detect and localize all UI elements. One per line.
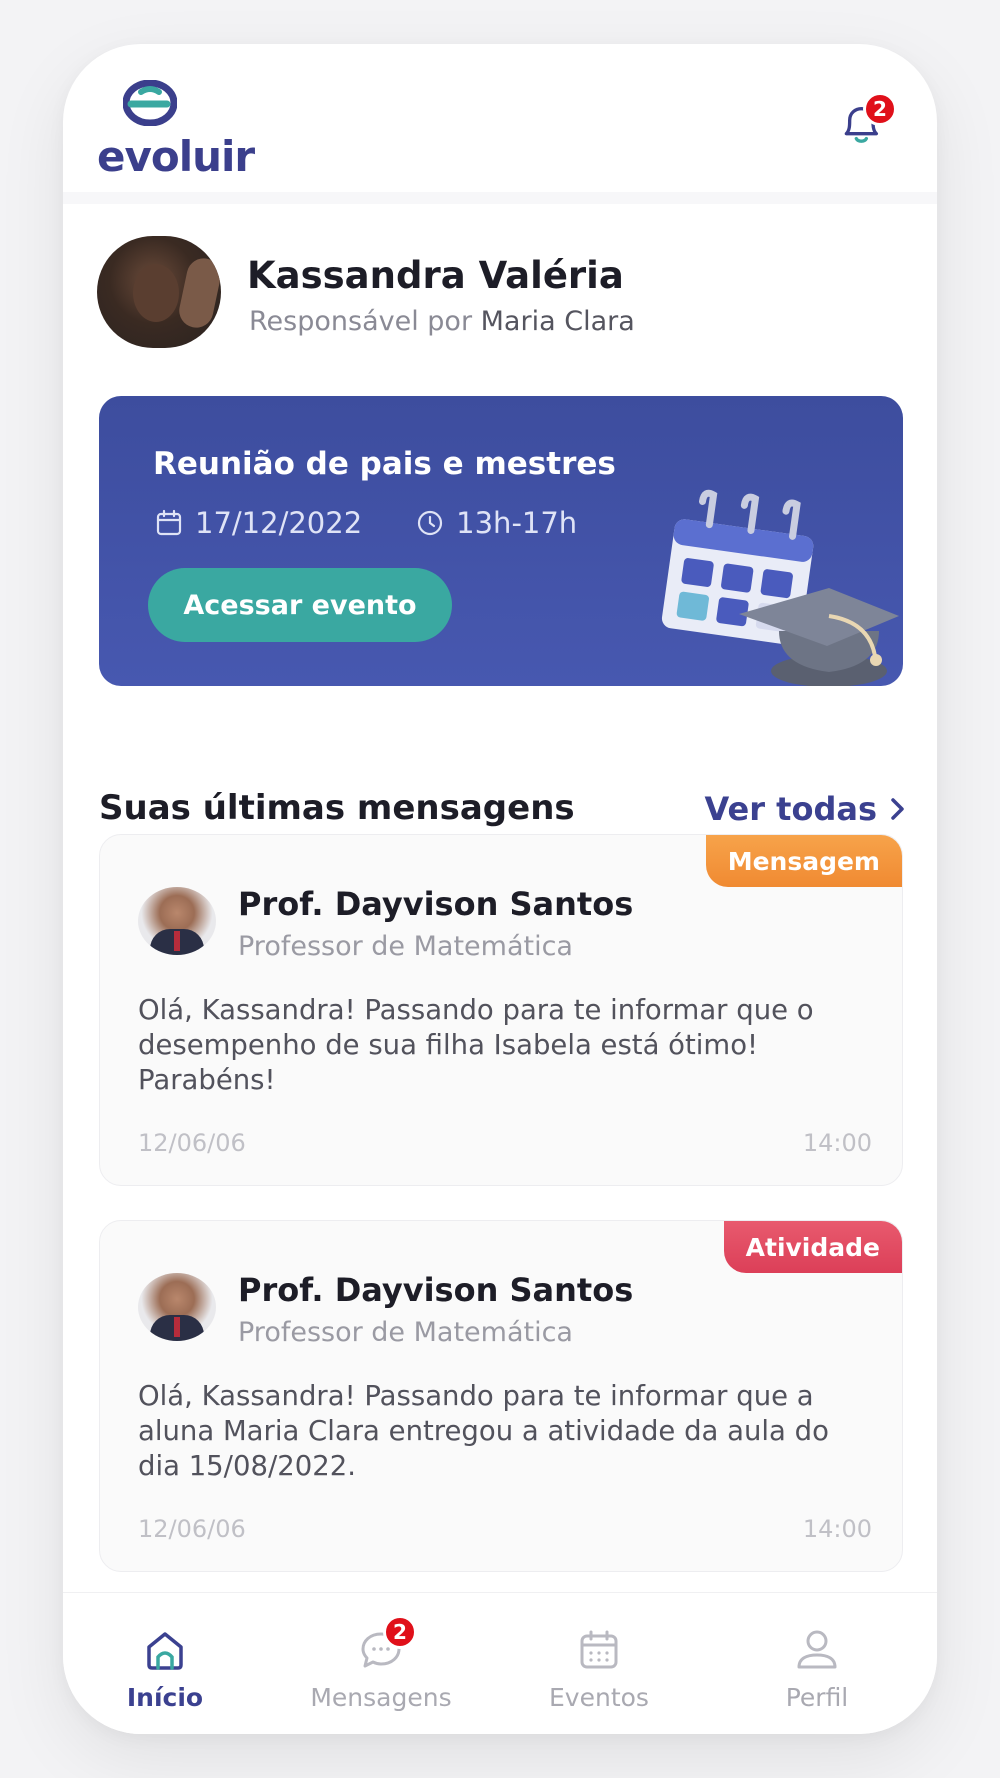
message-date: 12/06/06 (138, 1129, 246, 1157)
child-name: Maria Clara (480, 306, 635, 337)
profile-subtitle-prefix: Responsável por (249, 306, 473, 337)
message-sender: Prof. Dayvison Santos (238, 885, 634, 923)
app-header: evoluir 2 (63, 44, 937, 194)
nav-item-inicio[interactable]: Início (75, 1627, 255, 1712)
profile-name: Kassandra Valéria (247, 254, 624, 297)
bottom-navigation: Início 2 Mensagens Eventos Perfil (63, 1592, 937, 1734)
notifications-badge: 2 (863, 92, 897, 126)
message-body: Olá, Kassandra! Passando para te informa… (138, 994, 814, 1096)
message-sender: Prof. Dayvison Santos (238, 1271, 634, 1309)
home-icon (147, 1632, 183, 1670)
event-meta: 17/12/2022 13h-17h (155, 506, 577, 540)
clock-icon (418, 510, 443, 536)
message-body: Olá, Kassandra! Passando para te informa… (138, 1380, 829, 1482)
calendar-icon (580, 1630, 618, 1669)
sender-avatar (138, 887, 216, 955)
event-date: 17/12/2022 (195, 506, 363, 540)
header-divider (63, 192, 937, 204)
message-time: 14:00 (802, 1129, 872, 1157)
notifications-button[interactable]: 2 (837, 92, 897, 152)
phone-screen: evoluir 2 Kassandra Valéria Responsável … (63, 44, 937, 1734)
calendar-icon (156, 509, 182, 536)
access-event-button[interactable]: Acessar evento (148, 568, 452, 642)
nav-label-eventos: Eventos (549, 1683, 649, 1712)
user-icon (797, 1630, 837, 1669)
message-tag: Mensagem (705, 835, 902, 887)
messages-section-title: Suas últimas mensagens (99, 788, 575, 828)
nav-label-inicio: Início (126, 1683, 204, 1712)
sender-avatar (138, 1273, 216, 1341)
logo-text: evoluir (97, 132, 255, 181)
see-all-link[interactable]: Ver todas (705, 790, 907, 828)
event-time: 13h-17h (456, 506, 578, 540)
profile-subtitle: Responsável por Maria Clara (249, 306, 635, 337)
message-time: 14:00 (802, 1515, 872, 1543)
event-card[interactable]: Reunião de pais e mestres 17/12/2022 13h… (99, 396, 903, 686)
event-title: Reunião de pais e mestres (153, 446, 616, 482)
profile-summary[interactable]: Kassandra Valéria Responsável por Maria … (97, 236, 857, 356)
message-sender-role: Professor de Matemática (238, 1317, 573, 1348)
message-card[interactable]: Atividade Prof. Dayvison Santos Professo… (99, 1220, 903, 1572)
nav-item-eventos[interactable]: Eventos (509, 1627, 689, 1712)
message-sender-role: Professor de Matemática (238, 931, 573, 962)
app-logo[interactable]: evoluir (97, 80, 255, 200)
see-all-label: Ver todas (704, 790, 877, 828)
message-card[interactable]: Mensagem Prof. Dayvison Santos Professor… (99, 834, 903, 1186)
message-tag: Atividade (723, 1221, 902, 1273)
message-date: 12/06/06 (138, 1515, 246, 1543)
avatar (97, 236, 221, 348)
nav-label-mensagens: Mensagens (310, 1683, 452, 1712)
logo-mark-icon (123, 80, 177, 126)
nav-item-mensagens[interactable]: 2 Mensagens (291, 1615, 471, 1712)
chevron-right-icon (891, 798, 904, 820)
messages-badge: 2 (383, 1615, 417, 1649)
nav-label-perfil: Perfil (785, 1683, 849, 1712)
nav-item-perfil[interactable]: Perfil (727, 1627, 907, 1712)
calendar-graduation-illustration (661, 489, 899, 686)
